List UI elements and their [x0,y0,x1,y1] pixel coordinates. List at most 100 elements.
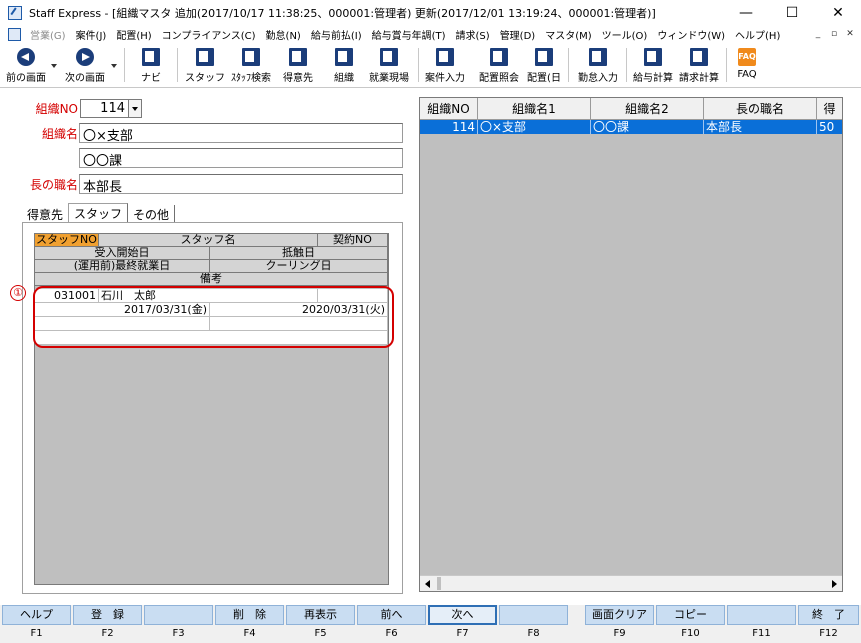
org-no-cell[interactable]: 114 [420,120,478,134]
table-row[interactable]: 114 〇×支部 〇〇課 本部長 50 [420,120,842,134]
f8-button[interactable]: F8 [499,605,568,643]
f9-label[interactable]: 画面クリア [585,605,654,625]
menu-billing[interactable]: 請求(S) [451,27,495,42]
case-input-icon [436,48,454,66]
scroll-right-icon[interactable] [826,576,842,591]
f7-label[interactable]: 次へ [428,605,497,625]
staff-button[interactable]: スタッフ [184,46,226,86]
org-button[interactable]: 組織 [327,46,361,86]
f10-key: F10 [681,628,700,639]
org-name2-cell[interactable]: 〇〇課 [591,120,704,134]
f3-button[interactable]: F3 [144,605,213,643]
case-input-label: 案件入力 [425,73,465,84]
menu-compliance[interactable]: コンプライアンス(C) [157,27,261,42]
menu-window[interactable]: ウィンドウ(W) [652,27,730,42]
head-title-cell[interactable]: 本部長 [704,120,817,134]
menu-help[interactable]: ヘルプ(H) [730,27,785,42]
placement-day-button[interactable]: 配置(日 [524,46,564,86]
tab-client[interactable]: 得意先 [22,205,68,222]
org-name1-field[interactable]: 〇×支部 [79,123,403,143]
f5-refresh-button[interactable]: 再表示 F5 [286,605,355,643]
org-name1-cell[interactable]: 〇×支部 [478,120,591,134]
staff-search-button[interactable]: ｽﾀｯﾌ検索 [228,46,274,86]
horizontal-scrollbar[interactable] [420,575,842,591]
menu-admin[interactable]: 管理(D) [495,27,541,42]
mdi-restore-button[interactable]: ▫ [827,27,841,41]
attendance-input-label: 勤怠入力 [578,73,618,84]
placement-inquiry-button[interactable]: 配置照会 [476,46,522,86]
menu-case[interactable]: 案件(J) [71,27,112,42]
org-name2-field[interactable]: 〇〇課 [79,148,403,168]
f10-label[interactable]: コピー [656,605,725,625]
payroll-calc-button[interactable]: 給与計算 [630,46,676,86]
menu-advance-pay[interactable]: 給与前払(I) [306,27,367,42]
minimize-button[interactable]: — [723,0,769,25]
conflict-date-header[interactable]: 抵触日 [210,247,388,260]
f1-label[interactable]: ヘルプ [2,605,71,625]
col-org-name1[interactable]: 組織名1 [478,98,591,120]
f11-button[interactable]: F11 [727,605,796,643]
f7-next-button[interactable]: 次へ F7 [428,605,497,643]
document-icon[interactable] [8,28,21,41]
f11-label[interactable] [727,605,796,625]
mdi-close-button[interactable]: ✕ [843,27,857,41]
f12-exit-button[interactable]: 終 了 F12 [798,605,859,643]
case-input-button[interactable]: 案件入力 [422,46,468,86]
menu-placement[interactable]: 配置(H) [111,27,156,42]
cooling-header[interactable]: クーリング日 [210,260,388,273]
prev-dropdown-icon[interactable] [51,64,57,68]
col-org-no[interactable]: 組織NO [420,98,478,120]
org-no-select[interactable]: 114 [80,99,142,118]
extra-cell[interactable]: 50 [817,120,842,134]
scroll-left-icon[interactable] [420,576,436,591]
col-org-name2[interactable]: 組織名2 [591,98,704,120]
next-dropdown-icon[interactable] [111,64,117,68]
accept-start-header[interactable]: 受入開始日 [35,247,210,260]
f12-label[interactable]: 終 了 [798,605,859,625]
menu-sales[interactable]: 営業(G) [25,27,71,42]
col-head-title[interactable]: 長の職名 [704,98,817,120]
menu-payroll[interactable]: 給与賞与年調(T) [367,27,451,42]
tab-other[interactable]: その他 [128,205,176,222]
f1-help-button[interactable]: ヘルプ F1 [2,605,71,643]
billing-calc-button[interactable]: 請求計算 [676,46,722,86]
f8-label[interactable] [499,605,568,625]
prev-screen-button[interactable]: 前の画面 [2,46,50,86]
chevron-down-icon[interactable] [128,100,141,117]
last-work-header[interactable]: (運用前)最終就業日 [35,260,210,273]
attendance-input-button[interactable]: 勤怠入力 [574,46,622,86]
menu-master[interactable]: マスタ(M) [540,27,596,42]
client-button[interactable]: 得意先 [278,46,318,86]
f3-label[interactable] [144,605,213,625]
f6-label[interactable]: 前へ [357,605,426,625]
maximize-button[interactable]: ☐ [769,0,815,25]
f9-key: F9 [613,628,626,639]
f4-delete-button[interactable]: 削 除 F4 [215,605,284,643]
faq-button[interactable]: FAQ FAQ [731,46,763,86]
staff-search-label: ｽﾀｯﾌ検索 [231,73,271,84]
contract-no-header[interactable]: 契約NO [318,234,388,247]
close-button[interactable]: ✕ [815,0,861,25]
f6-prev-button[interactable]: 前へ F6 [357,605,426,643]
f2-label[interactable]: 登 録 [73,605,142,625]
f4-label[interactable]: 削 除 [215,605,284,625]
work-site-button[interactable]: 就業現場 [365,46,413,86]
remarks-header[interactable]: 備考 [35,273,388,286]
col-extra[interactable]: 得 [817,98,842,120]
menu-tools[interactable]: ツール(O) [597,27,653,42]
f9-clear-button[interactable]: 画面クリア F9 [585,605,654,643]
mdi-minimize-button[interactable]: _ [811,27,825,41]
staff-no-header[interactable]: スタッフNO [35,234,99,247]
scroll-thumb[interactable] [437,577,441,590]
menu-attendance[interactable]: 勤怠(N) [261,27,306,42]
navi-button[interactable]: ナビ [134,46,168,86]
tab-staff[interactable]: スタッフ [68,203,129,222]
toolbar-separator [568,48,569,82]
f10-copy-button[interactable]: コピー F10 [656,605,725,643]
f2-register-button[interactable]: 登 録 F2 [73,605,142,643]
head-title-field[interactable]: 本部長 [79,174,403,194]
payroll-calc-icon [644,48,662,66]
next-screen-button[interactable]: 次の画面 [60,46,110,86]
staff-name-header[interactable]: スタッフ名 [99,234,318,247]
f5-label[interactable]: 再表示 [286,605,355,625]
